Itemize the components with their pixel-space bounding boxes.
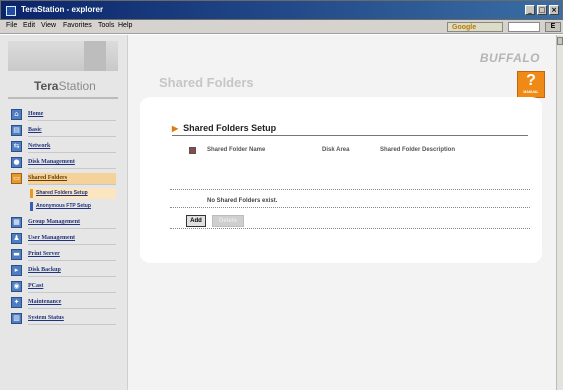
- sidebar-item-label[interactable]: Home: [28, 109, 116, 121]
- help-icon: ?: [526, 72, 536, 89]
- home-icon: ⌂: [11, 109, 22, 120]
- terastation-logo: TeraStation: [34, 79, 96, 93]
- column-disk-area: Disk Area: [322, 147, 350, 153]
- section-title: ▶ Shared Folders Setup: [172, 123, 276, 133]
- minimize-button[interactable]: _: [525, 5, 535, 15]
- basic-icon: ▤: [11, 125, 22, 136]
- backup-icon: ▸: [11, 265, 22, 276]
- google-search-brand[interactable]: Google: [447, 22, 503, 32]
- sidebar-item-label[interactable]: Network: [28, 141, 116, 153]
- menu-tools[interactable]: Tools: [98, 22, 114, 29]
- sidebar-item-group-management[interactable]: ▦ Group Management: [8, 216, 116, 229]
- table-divider: [170, 189, 530, 190]
- sidebar-item-home[interactable]: ⌂ Home: [8, 108, 116, 121]
- table-header: Shared Folder Name Disk Area Shared Fold…: [170, 145, 530, 157]
- sidebar-item-label[interactable]: User Management: [28, 233, 116, 245]
- pcast-icon: ◉: [11, 281, 22, 292]
- sidebar-item-label[interactable]: System Status: [28, 313, 116, 325]
- sidebar: TeraStation ⌂ Home ▤ Basic ⇆ Network ● D…: [0, 35, 128, 390]
- sidebar-item-pcast[interactable]: ◉ PCast: [8, 280, 116, 293]
- add-button[interactable]: Add: [186, 215, 206, 227]
- status-icon: ▥: [11, 313, 22, 324]
- menu-favorites[interactable]: Favorites: [63, 22, 92, 29]
- toolbar-search-input[interactable]: [508, 22, 540, 32]
- column-shared-folder-name: Shared Folder Name: [207, 147, 266, 153]
- sidebar-item-system-status[interactable]: ▥ System Status: [8, 312, 116, 325]
- sidebar-item-maintenance[interactable]: ✦ Maintenance: [8, 296, 116, 309]
- menu-edit[interactable]: Edit: [23, 22, 35, 29]
- subitem-shared-folders-setup[interactable]: Shared Folders Setup: [30, 188, 116, 199]
- empty-message: No Shared Folders exist.: [207, 198, 278, 204]
- window-title: TeraStation - explorer: [21, 5, 104, 14]
- subitem-anonymous-ftp-setup[interactable]: Anonymous FTP Setup: [30, 201, 116, 212]
- sidebar-item-label[interactable]: Disk Management: [28, 157, 116, 169]
- sidebar-item-label[interactable]: Disk Backup: [28, 265, 116, 277]
- logo-banner: [8, 41, 118, 71]
- scrollbar-thumb[interactable]: [557, 37, 563, 45]
- maximize-button[interactable]: □: [537, 5, 547, 15]
- window-title-bar: TeraStation - explorer _ □ ×: [0, 0, 563, 20]
- app-icon: [6, 6, 16, 16]
- page-header: BUFFALO Shared Folders ? MANUAL: [129, 35, 556, 98]
- delete-button[interactable]: Delete: [212, 215, 244, 227]
- section-underline: [172, 135, 528, 136]
- sidebar-item-label[interactable]: Maintenance: [28, 297, 116, 309]
- manual-help-button[interactable]: ? MANUAL: [517, 71, 545, 98]
- sidebar-item-disk-backup[interactable]: ▸ Disk Backup: [8, 264, 116, 277]
- logo-tera: Tera: [34, 79, 59, 93]
- sidebar-item-label[interactable]: Group Management: [28, 217, 116, 229]
- sidebar-item-network[interactable]: ⇆ Network: [8, 140, 116, 153]
- sidebar-item-user-management[interactable]: ♟ User Management: [8, 232, 116, 245]
- menu-help[interactable]: Help: [118, 22, 132, 29]
- section-title-text: Shared Folders Setup: [183, 123, 277, 133]
- divider: [8, 97, 118, 99]
- page-title: Shared Folders: [159, 75, 254, 90]
- sidebar-item-print-server[interactable]: ▬ Print Server: [8, 248, 116, 261]
- table-divider: [170, 228, 530, 229]
- sidebar-item-basic[interactable]: ▤ Basic: [8, 124, 116, 137]
- sidebar-item-label[interactable]: Print Server: [28, 249, 116, 261]
- sidebar-item-label[interactable]: Basic: [28, 125, 116, 137]
- disk-icon: ●: [11, 157, 22, 168]
- manual-label: MANUAL: [523, 90, 539, 94]
- folder-icon: ▭: [11, 173, 22, 184]
- menu-file[interactable]: File: [6, 22, 17, 29]
- content-panel: ▶ Shared Folders Setup Shared Folder Name…: [140, 97, 542, 263]
- printer-icon: ▬: [11, 249, 22, 260]
- menu-view[interactable]: View: [41, 22, 56, 29]
- toolbar-e-button[interactable]: E: [545, 22, 561, 32]
- network-icon: ⇆: [11, 141, 22, 152]
- sidebar-item-disk-management[interactable]: ● Disk Management: [8, 156, 116, 169]
- section-arrow-icon: ▶: [172, 124, 179, 133]
- sidebar-item-label[interactable]: Shared Folders: [28, 173, 116, 185]
- user-icon: ♟: [11, 233, 22, 244]
- vertical-scrollbar[interactable]: [556, 35, 563, 390]
- sidebar-item-label[interactable]: PCast: [28, 281, 116, 293]
- close-button[interactable]: ×: [549, 5, 559, 15]
- web-page: TeraStation ⌂ Home ▤ Basic ⇆ Network ● D…: [0, 35, 556, 390]
- maintenance-icon: ✦: [11, 297, 22, 308]
- logo-station: Station: [58, 79, 96, 93]
- buffalo-logo: BUFFALO: [479, 51, 540, 65]
- group-icon: ▦: [11, 217, 22, 228]
- table-divider: [170, 207, 530, 208]
- sidebar-item-shared-folders[interactable]: ▭ Shared Folders: [8, 172, 116, 185]
- select-all-checkbox[interactable]: [189, 147, 196, 154]
- column-description: Shared Folder Description: [380, 147, 456, 153]
